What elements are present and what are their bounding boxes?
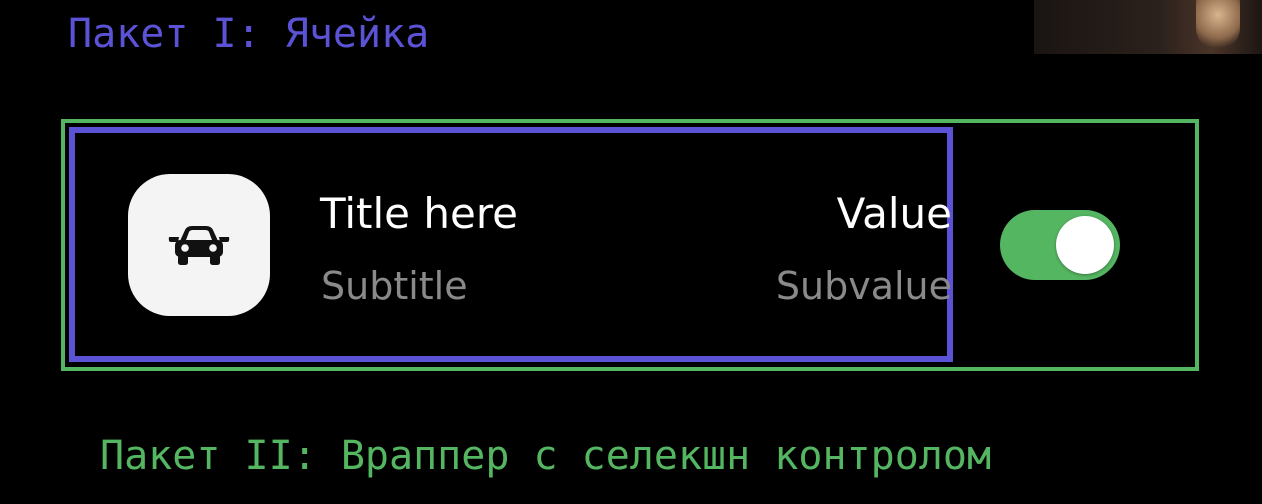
cell-subvalue: Subvalue — [775, 264, 952, 308]
cell-package-heading: Пакет I: Ячейка — [68, 11, 430, 57]
car-icon — [168, 226, 230, 265]
presenter-webcam-figure — [1196, 0, 1240, 50]
presenter-webcam-overlay — [1034, 0, 1262, 54]
toggle-knob — [1056, 216, 1114, 274]
selection-toggle-switch[interactable] — [1000, 210, 1120, 280]
wrapper-package-heading: Пакет II: Враппер с селекшн контролом — [100, 433, 992, 479]
cell-title: Title here — [320, 189, 519, 238]
cell-leading-icon-tile — [128, 174, 270, 316]
cell-subtitle: Subtitle — [321, 264, 468, 308]
cell-value: Value — [836, 189, 952, 238]
